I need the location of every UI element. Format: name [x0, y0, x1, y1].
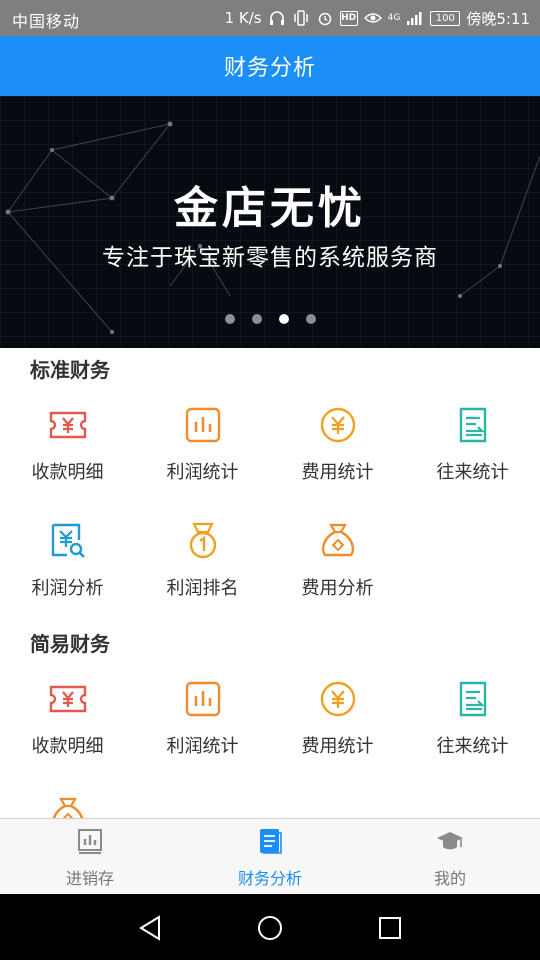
menu-item-label: 往来统计: [436, 462, 509, 483]
menu-item-profit-analysis[interactable]: 利润分析: [0, 520, 135, 620]
system-nav-bar: [0, 894, 540, 960]
clock: 傍晚5:11: [466, 9, 530, 28]
section-title-standard: 标准财务: [30, 358, 110, 382]
menu-item-label: 收款明细: [31, 736, 104, 757]
yen-search-icon: [51, 523, 85, 558]
money-bag-icon: [321, 523, 355, 557]
recents-icon[interactable]: [370, 908, 410, 948]
yen-coin-icon: [320, 407, 356, 443]
menu-item-expense-stats[interactable]: 费用统计: [270, 678, 405, 778]
menu-item-expense-analysis[interactable]: 费用分析: [270, 520, 405, 620]
headphone-icon: [269, 11, 284, 25]
tab-label: 进销存: [65, 869, 114, 888]
transfer-doc-icon: [459, 681, 487, 717]
bottom-tab-bar: 进销存 财务分析 我的: [0, 818, 540, 894]
signal-icon: [407, 12, 422, 25]
menu-item-transactions-stats[interactable]: 往来统计: [405, 678, 540, 778]
back-icon[interactable]: [130, 908, 170, 948]
menu-item-label: 费用分析: [301, 578, 374, 599]
battery-level: 100: [435, 12, 455, 24]
carousel-dot-active[interactable]: [278, 314, 289, 324]
carousel-dot[interactable]: [251, 314, 262, 324]
menu-item-payment-details[interactable]: 收款明细: [0, 404, 135, 504]
bar-chart-icon: [185, 407, 221, 443]
menu-item-label: 费用统计: [301, 462, 374, 483]
tab-mine[interactable]: 我的: [360, 819, 540, 895]
network-type: 4G: [387, 13, 401, 23]
menu-item-partial[interactable]: [0, 794, 135, 818]
menu-item-label: 利润排名: [166, 578, 239, 599]
graduation-cap-icon: [437, 832, 463, 850]
menu-item-label: 利润统计: [166, 462, 239, 483]
transfer-doc-icon: [459, 407, 487, 443]
menu-item-label: 往来统计: [436, 736, 509, 757]
page-title: 财务分析: [223, 56, 316, 81]
alarm-icon: [318, 12, 331, 26]
carousel-indicator[interactable]: [0, 314, 540, 324]
banner-carousel[interactable]: 金店无忧 专注于珠宝新零售的系统服务商: [0, 96, 540, 348]
home-icon[interactable]: [250, 908, 290, 948]
tab-label: 我的: [433, 869, 466, 888]
hd-icon: HD: [339, 10, 358, 26]
tab-finance[interactable]: 财务分析: [180, 819, 360, 895]
ticket-yen-icon: [49, 411, 87, 439]
ticket-yen-icon: [49, 685, 87, 713]
carousel-dot[interactable]: [305, 314, 316, 324]
banner-subtitle: 专注于珠宝新零售的系统服务商: [102, 245, 438, 271]
eye-icon: [363, 13, 382, 23]
vibrate-icon: [293, 10, 308, 26]
tab-inventory[interactable]: 进销存: [0, 819, 180, 895]
bar-chart-icon: [185, 681, 221, 717]
menu-item-label: 利润统计: [166, 736, 239, 757]
banner-headline: 金店无忧: [174, 183, 366, 234]
section-title-simple: 简易财务: [30, 632, 110, 656]
menu-item-transactions-stats[interactable]: 往来统计: [405, 404, 540, 504]
tab-label: 财务分析: [237, 869, 302, 888]
yen-coin-icon: [320, 681, 356, 717]
status-icons: 1 K/s HD 4G 100 傍晚5:11: [225, 7, 530, 29]
network-speed: 1 K/s: [224, 9, 262, 27]
carrier-name: 中国移动: [12, 12, 81, 31]
finance-book-icon: [260, 829, 282, 854]
carousel-dot[interactable]: [224, 314, 235, 324]
menu-item-profit-ranking[interactable]: 利润排名: [135, 520, 270, 620]
battery-icon: 100: [430, 10, 461, 26]
menu-item-label: 利润分析: [31, 578, 104, 599]
menu-item-profit-stats[interactable]: 利润统计: [135, 404, 270, 504]
status-bar: 中国移动 1 K/s HD 4G 100 傍晚5:11: [0, 0, 540, 36]
menu-item-expense-stats[interactable]: 费用统计: [270, 404, 405, 504]
menu-item-label: 收款明细: [31, 462, 104, 483]
title-bar: 财务分析: [0, 36, 540, 96]
inventory-chart-icon: [78, 829, 102, 854]
menu-item-payment-details[interactable]: 收款明细: [0, 678, 135, 778]
money-bag-icon: [52, 797, 84, 818]
medal-icon: [189, 522, 217, 559]
menu-item-profit-stats[interactable]: 利润统计: [135, 678, 270, 778]
menu-item-label: 费用统计: [301, 736, 374, 757]
